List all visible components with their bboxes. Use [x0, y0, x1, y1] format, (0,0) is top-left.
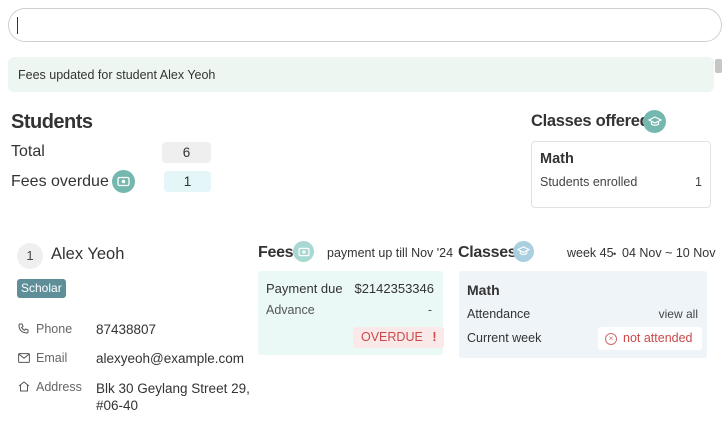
phone-label: Phone: [36, 322, 73, 336]
view-all-link[interactable]: view all: [659, 307, 698, 321]
text-caret: [17, 17, 18, 34]
fees-overdue-label: Fees overdue: [11, 173, 109, 190]
current-week-label: Current week: [467, 331, 542, 345]
home-icon: [18, 381, 30, 395]
week-separator: •: [613, 249, 617, 259]
fees-overdue-count: 1: [164, 171, 211, 192]
students-enrolled-count: 1: [695, 175, 702, 189]
total-count: 6: [162, 142, 211, 163]
attendance-status-text: not attended: [623, 331, 693, 345]
email-label: Email: [36, 351, 68, 365]
phone-value: 87438807: [96, 322, 157, 337]
payment-due-label: Payment due: [266, 281, 343, 296]
phone-icon: [18, 323, 29, 337]
address-line-2: #06-40: [96, 398, 139, 413]
classes-offered-heading: Classes offered: [531, 112, 650, 130]
week-date-range: 04 Nov ~ 10 Nov: [622, 246, 716, 260]
x-circle-icon: ×: [605, 332, 617, 345]
fee-status-text: OVERDUE: [361, 330, 423, 344]
address-line-1: Blk 30 Geylang Street 29,: [96, 381, 250, 396]
alert-icon: !: [432, 330, 437, 344]
advance-value: -: [427, 303, 432, 317]
week-label: week 45: [567, 246, 614, 260]
scrollbar-thumb[interactable]: [715, 59, 722, 73]
class-card[interactable]: Math Students enrolled 1: [531, 141, 711, 208]
email-value: alexyeoh@example.com: [96, 351, 245, 366]
students-enrolled-label: Students enrolled: [540, 175, 638, 189]
class-detail-name: Math: [467, 282, 500, 298]
address-label: Address: [36, 380, 82, 394]
fees-paid-till: payment up till Nov '24: [327, 246, 454, 260]
student-tag: Scholar: [17, 279, 66, 298]
class-name: Math: [540, 151, 574, 167]
students-heading: Students: [11, 111, 93, 133]
payment-due-value: $2142353346: [354, 281, 434, 296]
advance-label: Advance: [266, 303, 315, 317]
attendance-status-badge: × not attended: [598, 327, 702, 350]
classes-heading: Classes: [458, 244, 517, 261]
graduation-cap-icon: [513, 241, 534, 262]
graduation-cap-icon: [643, 110, 666, 133]
mail-icon: [18, 352, 30, 366]
total-label: Total: [11, 143, 45, 160]
student-index: 1: [17, 243, 43, 269]
command-input[interactable]: [8, 8, 722, 42]
money-icon: [112, 170, 135, 193]
money-icon: [293, 241, 314, 262]
result-message: Fees updated for student Alex Yeoh: [18, 68, 216, 82]
fees-heading: Fees: [258, 244, 294, 261]
fee-status-badge: OVERDUE !: [353, 327, 445, 348]
attendance-label: Attendance: [467, 307, 531, 321]
student-name: Alex Yeoh: [51, 245, 125, 263]
result-display: Fees updated for student Alex Yeoh: [8, 57, 714, 92]
